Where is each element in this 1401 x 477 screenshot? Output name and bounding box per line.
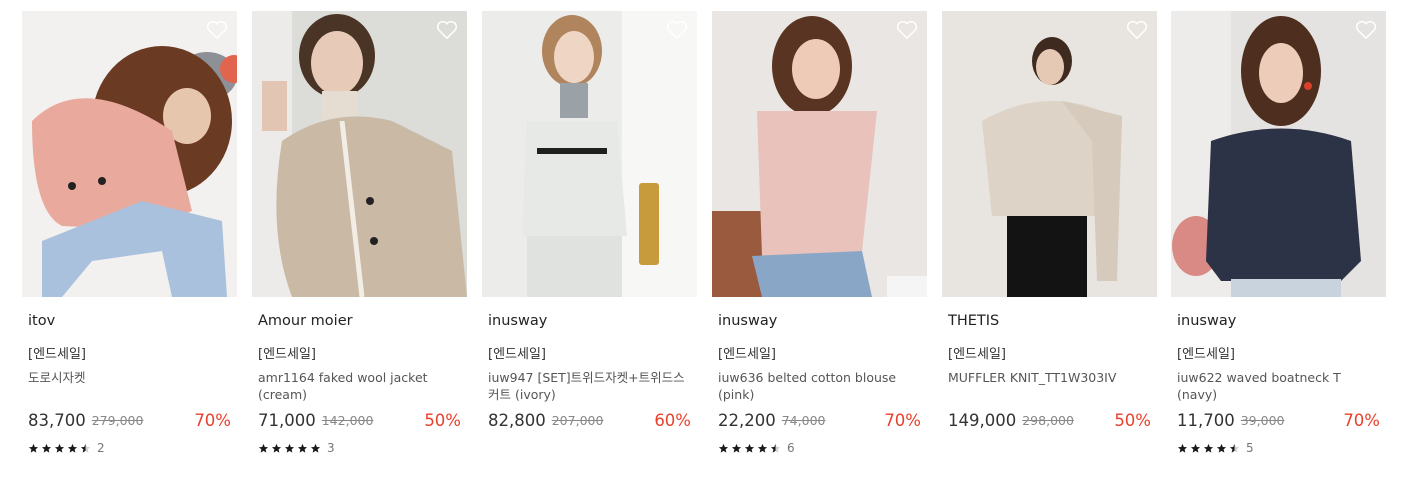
discount-rate: 50% <box>424 411 461 430</box>
star-icon <box>297 443 308 453</box>
star-icon <box>1177 443 1188 453</box>
product-name[interactable]: iuw636 belted cotton blouse (pink) <box>718 369 923 403</box>
original-price: 74,000 <box>781 413 826 428</box>
star-icon <box>310 443 321 453</box>
star-icon <box>271 443 282 453</box>
original-price: 207,000 <box>551 413 604 428</box>
rating: 3 <box>258 441 335 455</box>
sale-tag: [엔드세일] <box>28 347 86 362</box>
brand-name[interactable]: Amour moier <box>258 313 353 329</box>
brand-name[interactable]: itov <box>28 313 55 329</box>
brand-name[interactable]: THETIS <box>948 313 999 329</box>
price-row: 149,000 298,000 <box>948 411 1074 430</box>
product-image[interactable] <box>712 11 927 297</box>
star-icon <box>80 443 91 453</box>
original-price: 142,000 <box>321 413 374 428</box>
rating: 6 <box>718 441 795 455</box>
discount-rate: 70% <box>1343 411 1380 430</box>
sale-tag: [엔드세일] <box>1177 347 1235 362</box>
star-icon <box>1216 443 1227 453</box>
sale-price: 83,700 <box>28 411 86 430</box>
sale-price: 82,800 <box>488 411 546 430</box>
wishlist-heart-icon[interactable] <box>206 20 228 40</box>
product-photo <box>482 11 697 297</box>
review-count: 2 <box>97 441 105 455</box>
star-rating <box>28 443 91 454</box>
rating: 2 <box>28 441 105 455</box>
sale-price: 11,700 <box>1177 411 1235 430</box>
star-icon <box>284 443 295 453</box>
rating: 5 <box>1177 441 1254 455</box>
star-icon <box>28 443 39 453</box>
product-photo <box>1171 11 1386 297</box>
wishlist-heart-icon[interactable] <box>1126 20 1148 40</box>
star-rating <box>718 443 781 454</box>
discount-rate: 70% <box>884 411 921 430</box>
product-image[interactable] <box>1171 11 1386 297</box>
original-price: 39,000 <box>1240 413 1285 428</box>
sale-tag: [엔드세일] <box>948 347 1006 362</box>
product-name[interactable]: iuw947 [SET]트위드자켓+트위드스커트 (ivory) <box>488 369 693 403</box>
wishlist-heart-icon[interactable] <box>896 20 918 40</box>
wishlist-heart-icon[interactable] <box>436 20 458 40</box>
product-photo <box>22 11 237 297</box>
price-row: 22,200 74,000 <box>718 411 825 430</box>
brand-name[interactable]: inusway <box>718 313 777 329</box>
star-icon <box>718 443 729 453</box>
star-icon <box>54 443 65 453</box>
price-row: 11,700 39,000 <box>1177 411 1284 430</box>
review-count: 3 <box>327 441 335 455</box>
product-photo <box>252 11 467 297</box>
discount-rate: 60% <box>654 411 691 430</box>
sale-tag: [엔드세일] <box>718 347 776 362</box>
star-icon <box>1229 443 1240 453</box>
sale-tag: [엔드세일] <box>488 347 546 362</box>
wishlist-heart-icon[interactable] <box>1355 20 1377 40</box>
product-card[interactable]: Amour moier [엔드세일] amr1164 faked wool ja… <box>252 11 467 471</box>
price-row: 71,000 142,000 <box>258 411 373 430</box>
sale-tag: [엔드세일] <box>258 347 316 362</box>
star-icon <box>731 443 742 453</box>
product-name[interactable]: 도로시자켓 <box>28 369 233 386</box>
star-icon <box>757 443 768 453</box>
product-photo <box>712 11 927 297</box>
star-icon <box>1203 443 1214 453</box>
sale-price: 149,000 <box>948 411 1017 430</box>
star-icon <box>1190 443 1201 453</box>
product-grid: itov [엔드세일] 도로시자켓 83,700 279,000 70% 2 A… <box>22 11 1392 471</box>
sale-price: 22,200 <box>718 411 776 430</box>
product-card[interactable]: inusway [엔드세일] iuw947 [SET]트위드자켓+트위드스커트 … <box>482 11 697 471</box>
original-price: 298,000 <box>1022 413 1074 428</box>
discount-rate: 70% <box>194 411 231 430</box>
star-icon <box>41 443 52 453</box>
review-count: 5 <box>1246 441 1254 455</box>
star-rating <box>1177 443 1240 454</box>
brand-name[interactable]: inusway <box>1177 313 1236 329</box>
product-card[interactable]: THETIS [엔드세일] MUFFLER KNIT_TT1W303IV 149… <box>942 11 1157 471</box>
price-row: 82,800 207,000 <box>488 411 603 430</box>
price-row: 83,700 279,000 <box>28 411 143 430</box>
discount-rate: 50% <box>1114 411 1151 430</box>
original-price: 279,000 <box>91 413 144 428</box>
product-image[interactable] <box>482 11 697 297</box>
product-card[interactable]: itov [엔드세일] 도로시자켓 83,700 279,000 70% 2 <box>22 11 237 471</box>
star-icon <box>67 443 78 453</box>
product-image[interactable] <box>942 11 1157 297</box>
product-card[interactable]: inusway [엔드세일] iuw622 waved boatneck T (… <box>1171 11 1386 471</box>
star-icon <box>258 443 269 453</box>
sale-price: 71,000 <box>258 411 316 430</box>
star-icon <box>744 443 755 453</box>
product-card[interactable]: inusway [엔드세일] iuw636 belted cotton blou… <box>712 11 927 471</box>
product-name[interactable]: MUFFLER KNIT_TT1W303IV <box>948 369 1153 386</box>
product-name[interactable]: iuw622 waved boatneck T (navy) <box>1177 369 1382 403</box>
star-rating <box>258 443 321 454</box>
product-photo <box>942 11 1157 297</box>
product-image[interactable] <box>252 11 467 297</box>
review-count: 6 <box>787 441 795 455</box>
brand-name[interactable]: inusway <box>488 313 547 329</box>
wishlist-heart-icon[interactable] <box>666 20 688 40</box>
product-name[interactable]: amr1164 faked wool jacket (cream) <box>258 369 463 403</box>
star-icon <box>770 443 781 453</box>
product-image[interactable] <box>22 11 237 297</box>
